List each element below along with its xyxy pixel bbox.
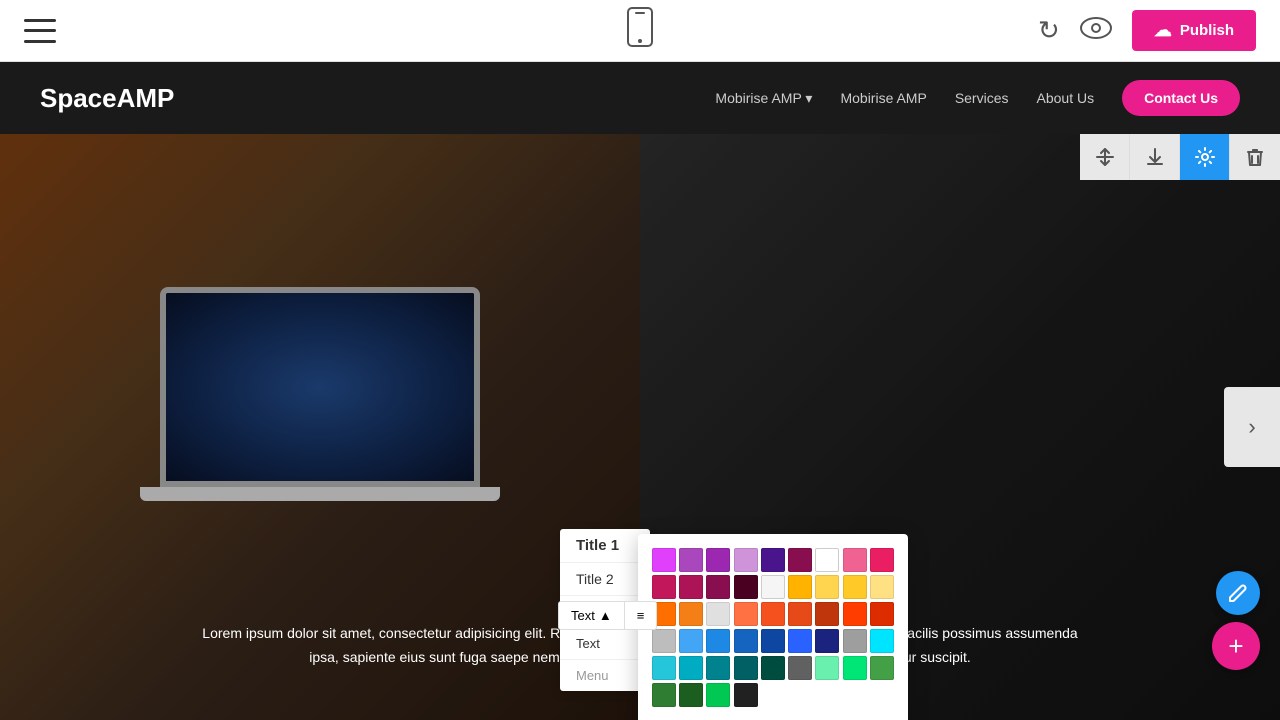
- logo-space: Space: [40, 83, 117, 113]
- color-picker-panel: More >: [638, 534, 908, 720]
- laptop-screen: [160, 287, 480, 487]
- color-swatch[interactable]: [679, 548, 703, 572]
- section-settings-button[interactable]: [1180, 134, 1230, 180]
- color-swatch-white[interactable]: [815, 548, 839, 572]
- color-swatch[interactable]: [706, 575, 730, 599]
- color-swatch[interactable]: [870, 548, 894, 572]
- logo-amp: AMP: [117, 83, 175, 113]
- color-swatch[interactable]: [788, 548, 812, 572]
- style-menu-title2[interactable]: Title 2: [560, 563, 650, 596]
- color-swatch[interactable]: [870, 575, 894, 599]
- color-swatch[interactable]: [679, 575, 703, 599]
- main-nav: Mobirise AMP Mobirise AMP Services About…: [715, 80, 1240, 116]
- color-swatch[interactable]: [706, 548, 730, 572]
- color-swatch[interactable]: [788, 629, 812, 653]
- color-swatch-gray2[interactable]: [843, 629, 867, 653]
- color-swatch[interactable]: [843, 602, 867, 626]
- color-swatch[interactable]: [870, 602, 894, 626]
- style-menu-title1[interactable]: Title 1: [560, 529, 650, 563]
- chevron-up-icon: ▲: [599, 608, 612, 623]
- color-swatch[interactable]: [843, 656, 867, 680]
- color-swatch[interactable]: [734, 575, 758, 599]
- color-swatch[interactable]: [870, 629, 894, 653]
- undo-icon[interactable]: ↺: [1038, 15, 1060, 46]
- section-delete-button[interactable]: [1230, 134, 1280, 180]
- section-download-button[interactable]: [1130, 134, 1180, 180]
- text-style-button[interactable]: Text ▲: [558, 601, 625, 630]
- laptop-visual: [130, 287, 510, 567]
- color-swatch[interactable]: [788, 602, 812, 626]
- site-logo: SpaceAMP: [40, 83, 174, 114]
- color-swatch-black[interactable]: [734, 683, 758, 707]
- color-swatch[interactable]: [652, 575, 676, 599]
- color-swatch[interactable]: [679, 656, 703, 680]
- color-swatch[interactable]: [652, 656, 676, 680]
- text-style-label: Text: [571, 608, 595, 623]
- color-swatch[interactable]: [870, 656, 894, 680]
- color-swatch[interactable]: [761, 548, 785, 572]
- hero-section: Title 1 Title 2 Title 3 Text Menu: [0, 134, 1280, 720]
- color-swatch[interactable]: [761, 629, 785, 653]
- toolbar-center: [624, 7, 656, 54]
- color-swatch[interactable]: [706, 656, 730, 680]
- color-swatch[interactable]: [734, 602, 758, 626]
- color-swatch[interactable]: [734, 548, 758, 572]
- add-icon: +: [1228, 631, 1243, 662]
- color-swatch[interactable]: [843, 575, 867, 599]
- color-swatch[interactable]: [734, 656, 758, 680]
- align-icon: ≡: [637, 608, 645, 623]
- color-swatch[interactable]: [652, 548, 676, 572]
- style-menu-text[interactable]: Text: [560, 628, 650, 660]
- site-header: SpaceAMP Mobirise AMP Mobirise AMP Servi…: [0, 62, 1280, 134]
- nav-item-about-us[interactable]: About Us: [1037, 90, 1095, 106]
- color-swatch[interactable]: [761, 602, 785, 626]
- style-menu-menu[interactable]: Menu: [560, 660, 650, 691]
- laptop-screen-inner: [166, 293, 474, 481]
- phone-preview-icon[interactable]: [624, 7, 656, 54]
- section-move-button[interactable]: [1080, 134, 1130, 180]
- publish-button[interactable]: ☁ Publish: [1132, 10, 1256, 51]
- fab-edit-button[interactable]: [1216, 571, 1260, 615]
- toolbar-right: ↺ ☁ Publish: [1038, 10, 1256, 51]
- color-swatch[interactable]: [652, 683, 676, 707]
- color-swatch[interactable]: [706, 683, 730, 707]
- style-bar: Text ▲ ≡: [558, 601, 657, 630]
- color-swatch[interactable]: [815, 656, 839, 680]
- color-swatch[interactable]: [679, 629, 703, 653]
- color-swatch[interactable]: [815, 602, 839, 626]
- hamburger-menu-icon[interactable]: [24, 19, 56, 43]
- color-swatch[interactable]: [706, 629, 730, 653]
- color-swatch[interactable]: [679, 683, 703, 707]
- top-toolbar: ↺ ☁ Publish: [0, 0, 1280, 62]
- color-swatch-light2[interactable]: [706, 602, 730, 626]
- section-toolbar: [1080, 134, 1280, 180]
- publish-label: Publish: [1180, 22, 1234, 39]
- color-swatch[interactable]: [761, 656, 785, 680]
- laptop-base: [140, 487, 500, 501]
- color-swatch[interactable]: [679, 602, 703, 626]
- preview-icon[interactable]: [1080, 17, 1112, 45]
- toolbar-left: [24, 19, 56, 43]
- cloud-upload-icon: ☁: [1154, 20, 1172, 41]
- color-swatch-gray1[interactable]: [652, 629, 676, 653]
- color-swatch[interactable]: [815, 629, 839, 653]
- nav-item-mobirise-1[interactable]: Mobirise AMP: [715, 90, 812, 107]
- color-swatch[interactable]: [815, 575, 839, 599]
- fab-add-button[interactable]: +: [1212, 622, 1260, 670]
- color-swatch[interactable]: [734, 629, 758, 653]
- contact-us-button[interactable]: Contact Us: [1122, 80, 1240, 116]
- align-button[interactable]: ≡: [625, 601, 658, 630]
- color-swatch[interactable]: [788, 575, 812, 599]
- nav-item-services[interactable]: Services: [955, 90, 1009, 106]
- color-swatch-light1[interactable]: [761, 575, 785, 599]
- hero-next-arrow[interactable]: ›: [1224, 387, 1280, 467]
- color-swatches-grid: [652, 548, 894, 707]
- color-swatch[interactable]: [843, 548, 867, 572]
- nav-item-mobirise-2[interactable]: Mobirise AMP: [840, 90, 926, 106]
- color-swatch-gray3[interactable]: [788, 656, 812, 680]
